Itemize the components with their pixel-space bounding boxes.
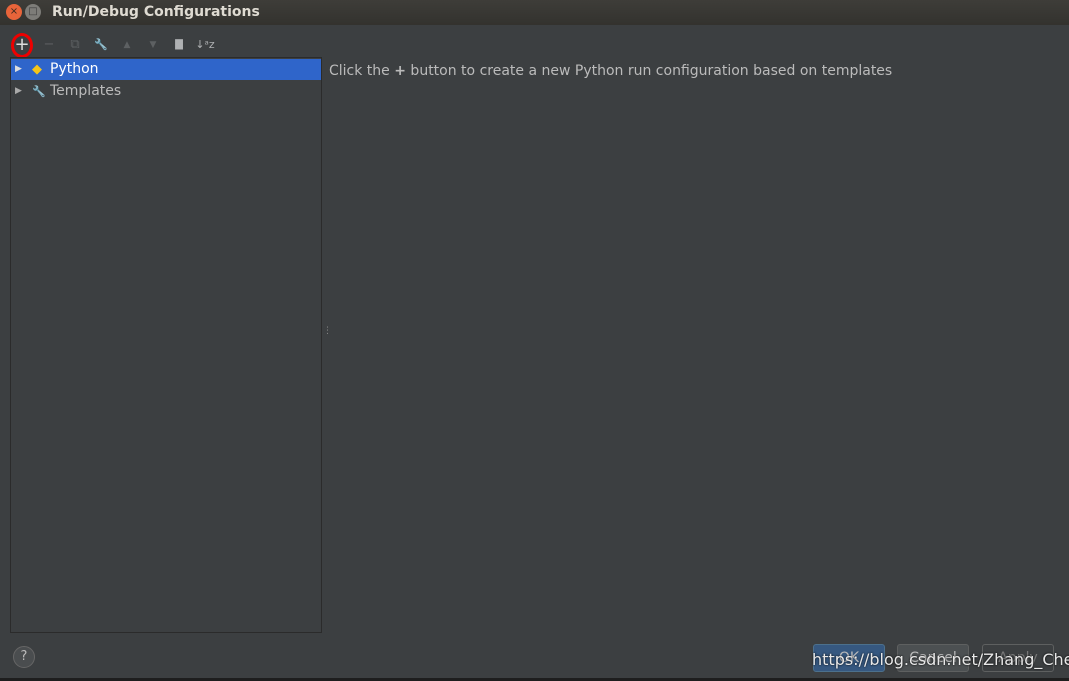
hint-text: Click the + button to create a new Pytho… <box>329 63 892 79</box>
move-up-icon[interactable]: ▲ <box>116 34 138 56</box>
tree-item-templates[interactable]: ▶ 🔧 Templates <box>11 81 321 102</box>
hint-before: Click the <box>329 63 395 79</box>
add-icon: + <box>394 63 406 79</box>
watermark: https://blog.csdn.net/Zhang_Chen_ <box>812 650 1069 669</box>
tree-item-python[interactable]: ▶ ◆ Python <box>11 59 321 80</box>
wrench-icon: 🔧 <box>32 85 46 98</box>
tree-item-label: Templates <box>50 83 122 99</box>
wrench-icon[interactable]: 🔧 <box>90 34 112 56</box>
expand-arrow-icon[interactable]: ▶ <box>15 59 22 80</box>
maximize-button[interactable]: □ <box>25 4 41 20</box>
copy-icon[interactable]: ⧉ <box>64 34 86 56</box>
tree-item-label: Python <box>50 61 99 77</box>
hint-after: button to create a new Python run config… <box>405 63 893 79</box>
move-down-icon[interactable]: ▼ <box>142 34 164 56</box>
help-button[interactable]: ? <box>13 646 35 668</box>
sort-icon[interactable]: ↓ᵃz <box>194 34 216 56</box>
configuration-tree[interactable]: ▶ ◆ Python ▶ 🔧 Templates <box>10 57 322 633</box>
title-bar: × □ Run/Debug Configurations <box>0 0 1069 25</box>
python-icon: ◆ <box>32 62 42 77</box>
new-folder-icon[interactable]: ▇ <box>168 34 190 56</box>
close-button[interactable]: × <box>6 4 22 20</box>
highlight-ring <box>11 33 33 58</box>
expand-arrow-icon[interactable]: ▶ <box>15 81 22 102</box>
remove-icon[interactable]: − <box>38 34 60 56</box>
window-title: Run/Debug Configurations <box>52 4 260 20</box>
splitter-handle[interactable]: ⋮ <box>323 326 332 336</box>
